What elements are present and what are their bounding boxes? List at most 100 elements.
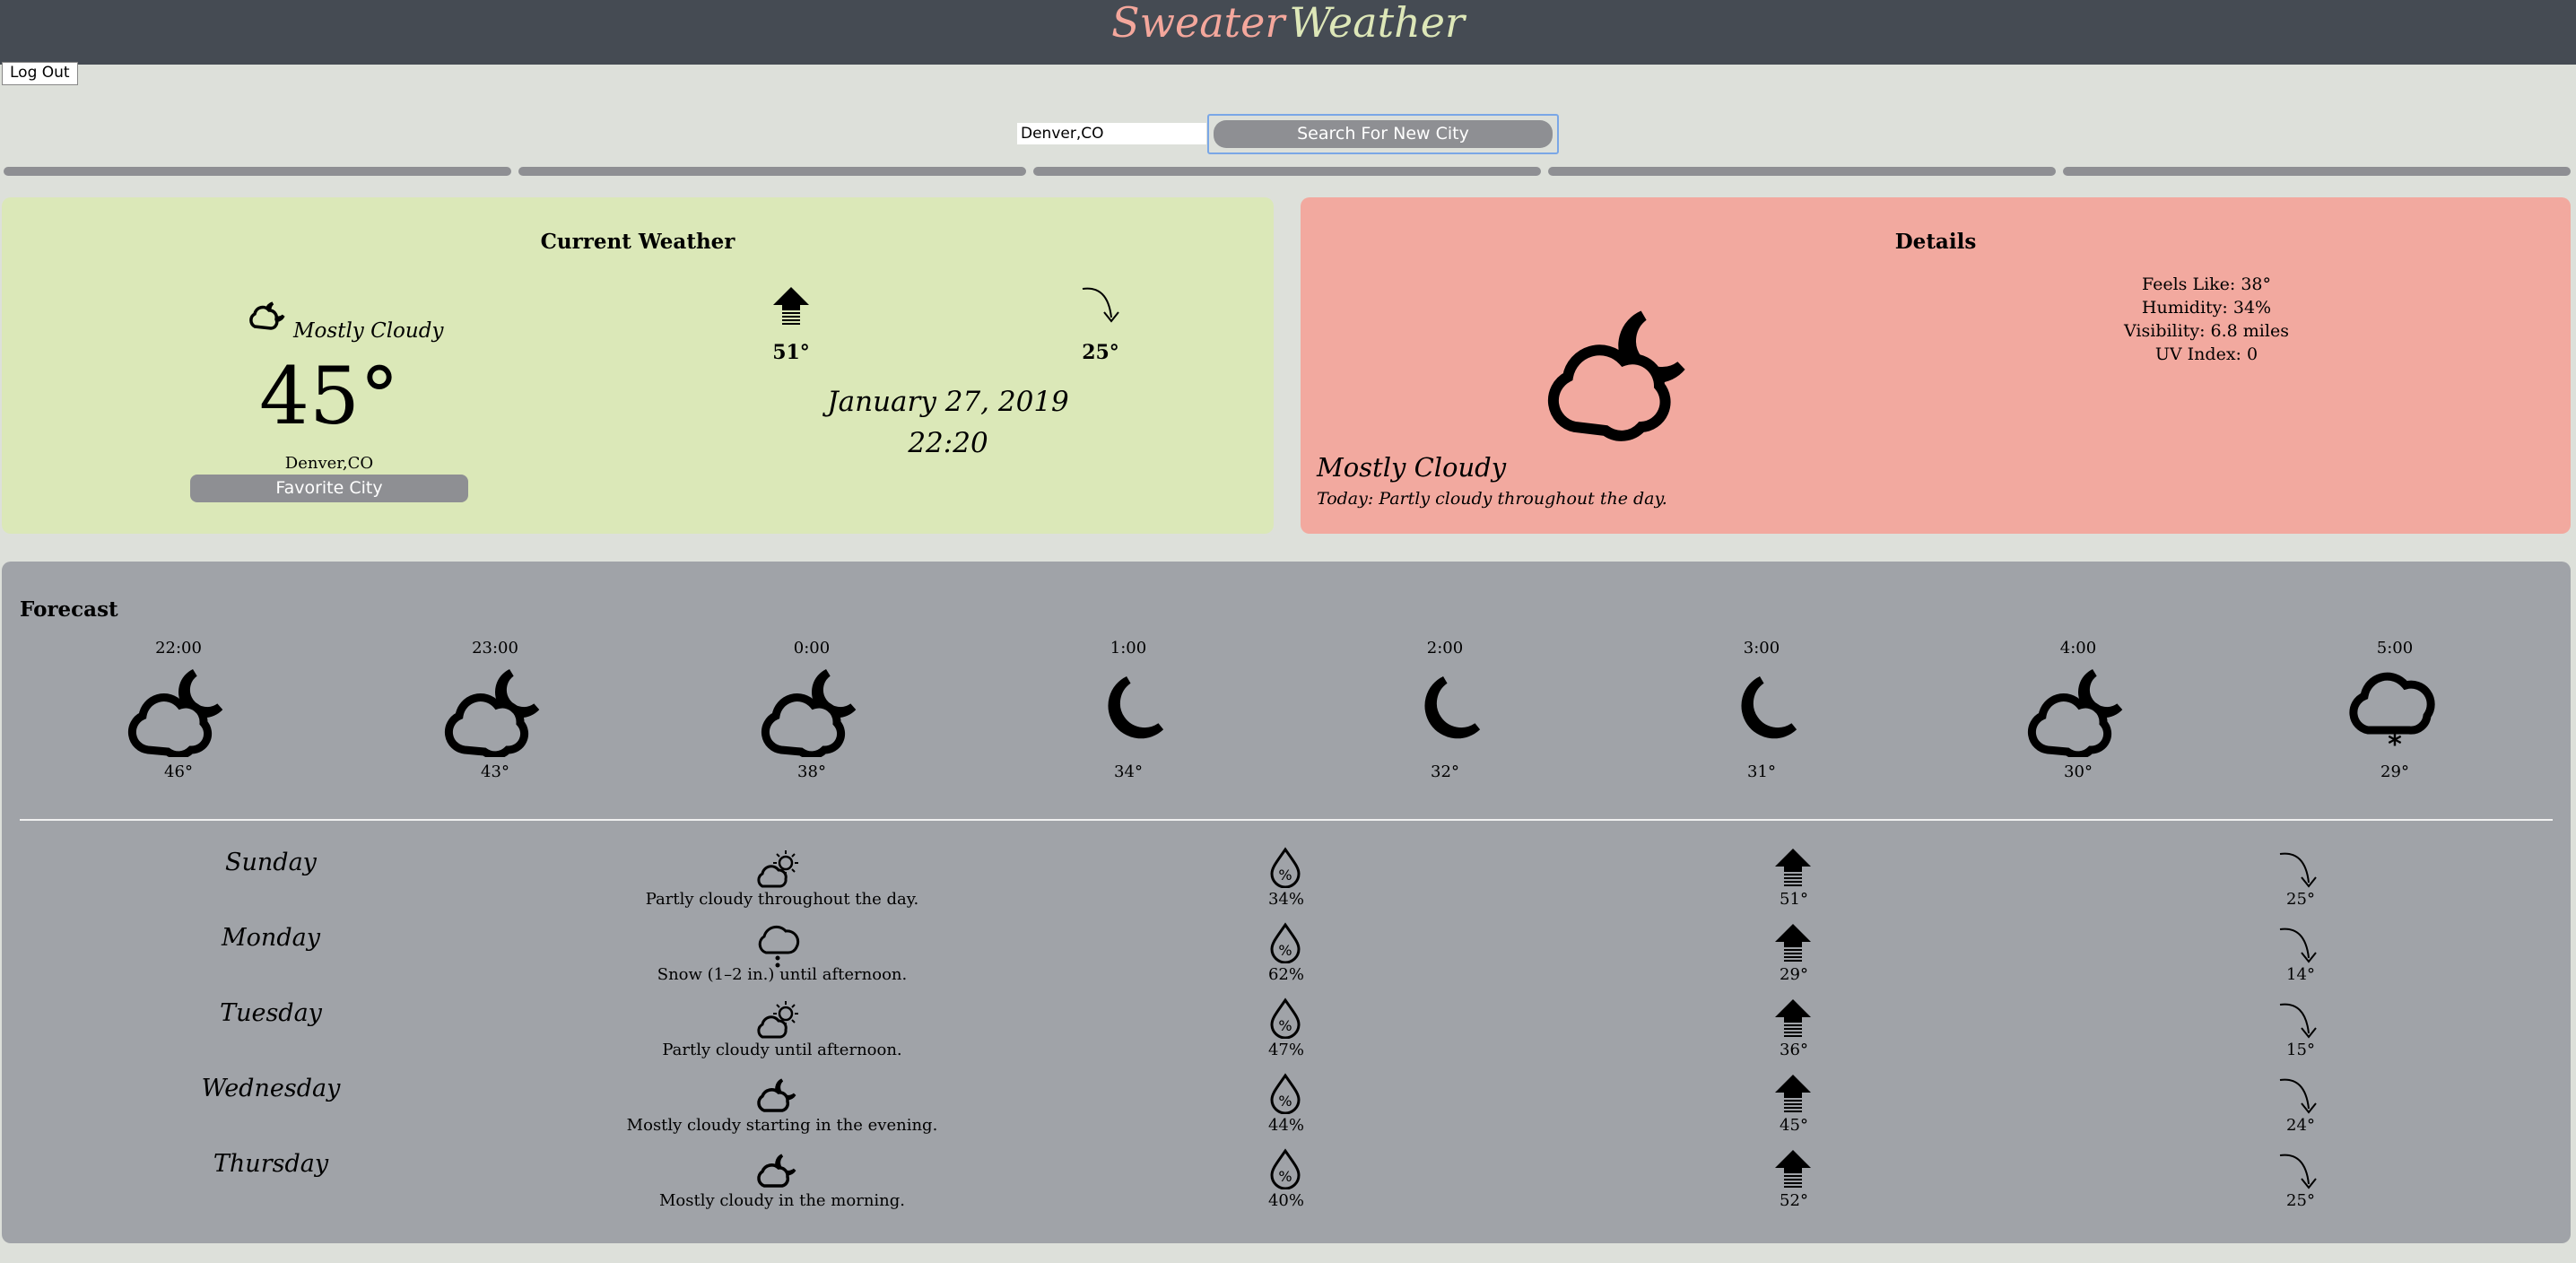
day-name: Monday (222, 924, 320, 952)
hour-time: 0:00 (793, 639, 831, 658)
uv-index: UV Index: 0 (2154, 344, 2258, 364)
partly-cloudy-night-icon (249, 301, 285, 330)
day-name: Sunday (225, 849, 317, 876)
svg-text:%: % (1278, 1168, 1292, 1185)
temperature-low-arrow-icon (2279, 852, 2317, 888)
precipitation-drop-icon: % (1270, 1148, 1301, 1189)
feels-like: Feels Like: 38° (2141, 274, 2272, 294)
day-high: 52° (1780, 1191, 1808, 1210)
partly-cloudy-night-icon (444, 668, 540, 757)
clear-night-icon (1108, 675, 1164, 739)
daily-row: Thursday Mostly cloudy in the morning. %… (2, 1132, 2571, 1210)
temperature-low-arrow-icon (2279, 1078, 2317, 1114)
tab-5[interactable] (2063, 167, 2571, 176)
forecast-panel: Forecast 22:00 46° 23:00 43° 0:00 38° 1:… (2, 562, 2571, 1243)
hour-time: 23:00 (472, 639, 518, 658)
temperature-high-arrow-icon (773, 287, 809, 325)
logout-button[interactable]: Log Out (2, 62, 78, 85)
temperature-high-arrow-icon (1775, 924, 1811, 962)
tab-4[interactable] (1548, 167, 2056, 176)
daily-row: Sunday Partly cloudy throughout the day.… (2, 831, 2571, 909)
temperature-high-arrow-icon (1775, 849, 1811, 886)
city-search-input[interactable] (1017, 123, 1206, 144)
visibility: Visibility: 6.8 miles (2124, 321, 2289, 341)
app-title-sweater: Sweater (1111, 0, 1285, 47)
temperature-low-arrow-icon (2279, 928, 2317, 963)
temperature-low-arrow-icon (1082, 287, 1119, 323)
svg-text:*: * (2388, 729, 2402, 757)
tab-3[interactable] (1033, 167, 1541, 176)
current-low: 25° (1082, 341, 1119, 364)
snow-icon (758, 925, 800, 968)
daily-row: Monday Snow (1–2 in.) until afternoon. %… (2, 906, 2571, 984)
svg-text:%: % (1278, 1017, 1292, 1034)
temperature-high-arrow-icon (1775, 1075, 1811, 1112)
day-precip: 40% (1267, 1191, 1304, 1210)
partly-cloudy-night-icon (127, 668, 223, 757)
favorite-city-button[interactable]: Favorite City (190, 475, 468, 502)
day-name: Thursday (213, 1150, 329, 1178)
hour-temp: 32° (1431, 762, 1459, 781)
current-high: 51° (772, 341, 810, 364)
current-weather-title: Current Weather (540, 230, 735, 254)
details-today: Today: Partly cloudy throughout the day. (1317, 489, 1667, 509)
current-location: Denver,CO (284, 454, 374, 473)
forecast-title: Forecast (20, 597, 118, 622)
day-summary: Mostly cloudy in the morning. (658, 1191, 906, 1210)
forecast-divider (20, 819, 2553, 821)
details-stats: Feels Like: 38° Humidity: 34% Visibility… (2072, 273, 2341, 366)
tab-1[interactable] (4, 167, 511, 176)
partly-cloudy-day-icon (757, 1001, 798, 1039)
app-banner: Sweater Weather (0, 0, 2576, 65)
tab-2[interactable] (518, 167, 1026, 176)
hour-temp: 31° (1747, 762, 1776, 781)
temperature-low-arrow-icon (2279, 1003, 2317, 1039)
precipitation-drop-icon: % (1270, 997, 1301, 1039)
current-weather-panel: Current Weather Mostly Cloudy 45° Denver… (2, 197, 1274, 534)
hour-time: 4:00 (2059, 639, 2097, 658)
current-date: January 27, 2019 (827, 386, 1069, 418)
humidity: Humidity: 34% (2141, 298, 2272, 318)
hour-temp: 46° (164, 762, 193, 781)
day-name: Tuesday (220, 999, 322, 1027)
partly-cloudy-night-icon (2027, 668, 2123, 757)
temperature-high-arrow-icon (1775, 999, 1811, 1037)
details-summary: Mostly Cloudy (1317, 452, 1507, 483)
hour-time: 3:00 (1743, 639, 1780, 658)
hour-time: 5:00 (2376, 639, 2414, 658)
section-tabs (4, 167, 2572, 176)
day-low: 25° (2286, 1191, 2315, 1210)
hour-temp: 38° (797, 762, 826, 781)
precipitation-drop-icon: % (1270, 922, 1301, 963)
hour-time: 1:00 (1110, 639, 1147, 658)
hour-time: 2:00 (1426, 639, 1464, 658)
precipitation-drop-icon: % (1270, 1073, 1301, 1114)
app-title-weather: Weather (1289, 0, 1465, 47)
search-button-focus-ring: Search For New City (1207, 114, 1559, 154)
day-name: Wednesday (201, 1075, 341, 1102)
hour-temp: 43° (481, 762, 509, 781)
svg-text:%: % (1278, 1093, 1292, 1110)
precipitation-drop-icon: % (1270, 847, 1301, 888)
svg-text:%: % (1278, 867, 1292, 884)
hour-temp: 34° (1114, 762, 1143, 781)
temperature-high-arrow-icon (1775, 1150, 1811, 1188)
partly-cloudy-night-icon (761, 668, 857, 757)
hour-temp: 29° (2380, 762, 2409, 781)
hour-time: 22:00 (155, 639, 202, 658)
partly-cloudy-night-icon (757, 1154, 796, 1188)
temperature-low-arrow-icon (2279, 1154, 2317, 1189)
clear-night-icon (1741, 675, 1797, 739)
daily-row: Wednesday Mostly cloudy starting in the … (2, 1057, 2571, 1135)
current-time: 22:20 (908, 427, 988, 459)
partly-cloudy-night-large-icon (1547, 310, 1685, 441)
partly-cloudy-day-icon (757, 850, 798, 888)
hour-temp: 30° (2064, 762, 2093, 781)
daily-row: Tuesday Partly cloudy until afternoon. %… (2, 981, 2571, 1059)
clear-night-icon (1424, 675, 1481, 739)
svg-text:%: % (1278, 942, 1292, 959)
search-city-button[interactable]: Search For New City (1214, 120, 1553, 148)
snow-icon: * (2349, 672, 2435, 757)
details-title: Details (1894, 230, 1977, 254)
details-panel: Details Feels Like: 38° Humidity: 34% Vi… (1301, 197, 2571, 534)
